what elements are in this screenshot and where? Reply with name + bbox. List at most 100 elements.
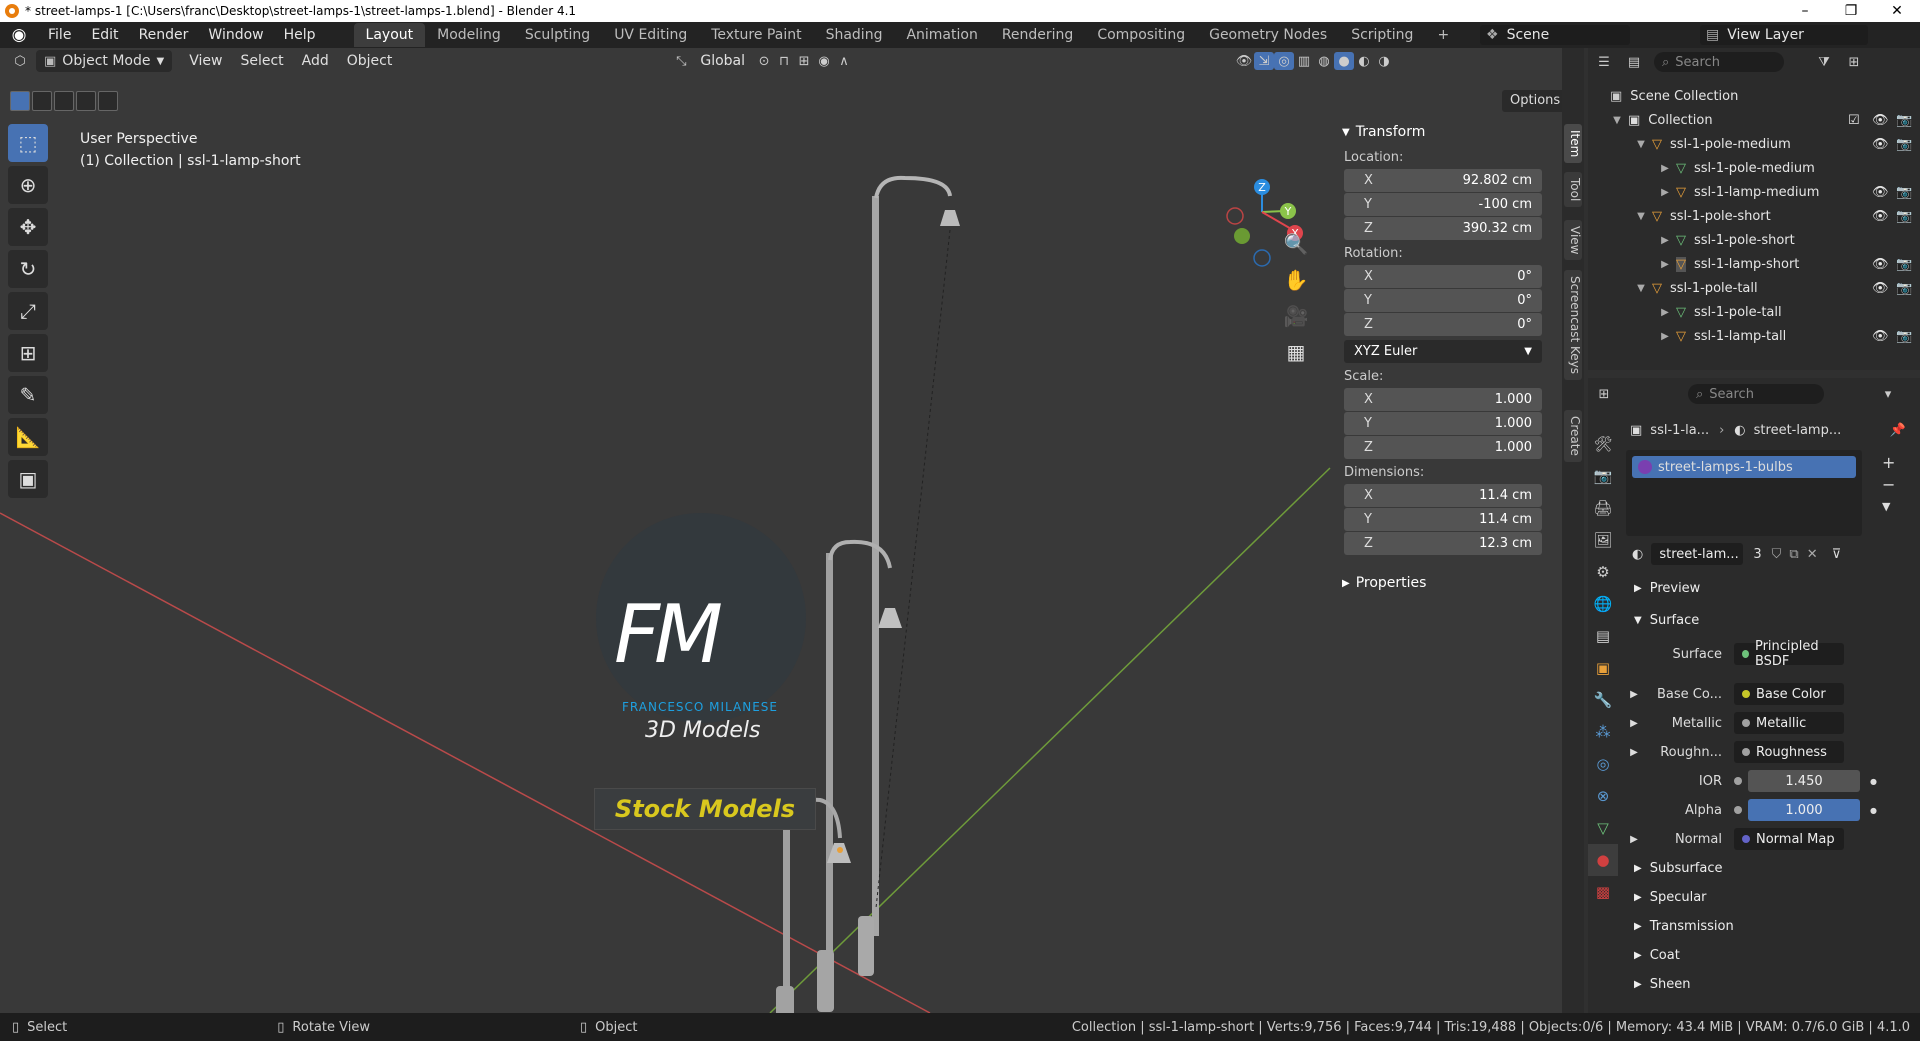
dimension-z-field[interactable]: Z 12.3 cm (1344, 532, 1542, 555)
menu-view[interactable]: View (180, 50, 231, 72)
camera-icon[interactable]: 📷 (1896, 329, 1912, 344)
material-slot-item[interactable]: street-lamps-1-bulbs (1632, 456, 1856, 478)
tab-animation[interactable]: Animation (894, 23, 989, 47)
fake-user-icon[interactable]: ⛉ (1772, 547, 1782, 562)
tab-scripting[interactable]: Scripting (1339, 23, 1425, 47)
render-tab-icon[interactable]: 📷 (1588, 460, 1618, 492)
properties-editor-icon[interactable]: ⊞ (1594, 385, 1614, 403)
display-mode-icon[interactable]: ▤ (1624, 53, 1644, 71)
tab-tool[interactable]: Tool (1564, 172, 1582, 208)
tab-shading[interactable]: Shading (814, 23, 895, 47)
transform-header[interactable]: ▼ Transform (1342, 120, 1550, 144)
chevron-right-icon[interactable]: ▶ (1624, 747, 1644, 758)
material-name-field[interactable]: street-lam... (1651, 543, 1744, 565)
dimension-x-field[interactable]: X 11.4 cm (1344, 484, 1542, 507)
duplicate-icon[interactable]: ⧉ (1789, 547, 1798, 562)
rotate-tool-icon[interactable]: ↻ (8, 250, 48, 288)
tab-compositing[interactable]: Compositing (1085, 23, 1197, 47)
chevron-down-icon[interactable]: ▼ (1634, 211, 1648, 222)
tool-tab-icon[interactable]: 🛠 (1588, 428, 1618, 460)
add-workspace-icon[interactable]: + (1425, 23, 1461, 47)
roughness-field[interactable]: Roughness (1734, 741, 1844, 763)
outliner-row[interactable]: ▶ ▽ ssl-1-lamp-medium 👁 📷 (1588, 180, 1920, 204)
select-subtract-icon[interactable] (54, 91, 74, 111)
collection-tab-icon[interactable]: ▤ (1588, 620, 1618, 652)
subsurface-panel-header[interactable]: ▶ Subsurface (1624, 856, 1914, 880)
user-count[interactable]: 3 (1753, 547, 1761, 562)
3d-viewport[interactable]: Z Y X ⬡ ▣ Object Mode ▼ View Select Add … (0, 48, 1562, 1013)
camera-icon[interactable]: 📷 (1896, 281, 1912, 296)
material-tab-icon[interactable]: ● (1588, 844, 1618, 876)
rotation-y-field[interactable]: Y0°🔓 (1344, 289, 1542, 312)
coat-panel-header[interactable]: ▶ Coat (1624, 943, 1914, 967)
texture-tab-icon[interactable]: ▩ (1588, 876, 1618, 908)
chevron-down-icon[interactable]: ▼ (1610, 115, 1624, 126)
constraints-tab-icon[interactable]: ⊗ (1588, 780, 1618, 812)
scale-tool-icon[interactable]: ⤢ (8, 292, 48, 330)
scale-x-field[interactable]: X1.000🔓 (1344, 388, 1542, 411)
transform-tool-icon[interactable]: ⊞ (8, 334, 48, 372)
chevron-right-icon[interactable]: ▶ (1658, 259, 1672, 270)
material-browse-icon[interactable]: ◐ (1632, 547, 1643, 562)
select-extend-icon[interactable] (32, 91, 52, 111)
filter-icon[interactable]: ⧩ (1814, 53, 1834, 71)
metallic-field[interactable]: Metallic (1734, 712, 1844, 734)
options-button[interactable]: Options (1502, 90, 1562, 112)
keyframe-dot-icon[interactable]: ● (1870, 777, 1877, 786)
editor-type-icon[interactable]: ⬡ (10, 52, 30, 70)
object-mode-dropdown[interactable]: ▣ Object Mode ▼ (36, 50, 173, 72)
menu-edit[interactable]: Edit (81, 22, 128, 48)
outliner-row[interactable]: ▶ ▽ ssl-1-pole-short (1588, 228, 1920, 252)
chevron-right-icon[interactable]: ▶ (1624, 689, 1644, 700)
outliner-row[interactable]: ▶ ▽ ssl-1-pole-medium (1588, 156, 1920, 180)
world-tab-icon[interactable]: 🌐 (1588, 588, 1618, 620)
transmission-panel-header[interactable]: ▶ Transmission (1624, 914, 1914, 938)
chevron-right-icon[interactable]: ▶ (1658, 187, 1672, 198)
menu-window[interactable]: Window (198, 22, 273, 48)
rotation-z-field[interactable]: Z0°🔓 (1344, 313, 1542, 336)
view-layer-tab-icon[interactable]: 🖼 (1588, 524, 1618, 556)
material-shading-icon[interactable]: ◐ (1354, 52, 1374, 70)
tab-geometry-nodes[interactable]: Geometry Nodes (1197, 23, 1339, 47)
modifier-tab-icon[interactable]: 🔧 (1588, 684, 1618, 716)
ior-field[interactable]: 1.450 (1748, 770, 1860, 792)
menu-add[interactable]: Add (293, 50, 338, 72)
eye-icon[interactable]: 👁 (1872, 257, 1889, 272)
menu-select[interactable]: Select (231, 50, 292, 72)
rotation-x-field[interactable]: X0°🔓 (1344, 265, 1542, 288)
zoom-icon[interactable]: 🔍 (1280, 228, 1312, 260)
select-invert-icon[interactable] (76, 91, 96, 111)
data-tab-icon[interactable]: ▽ (1588, 812, 1618, 844)
tab-texture-paint[interactable]: Texture Paint (699, 23, 813, 47)
outliner-row[interactable]: ▶ ▽ ssl-1-lamp-short 👁 📷 (1588, 252, 1920, 276)
keyframe-dot-icon[interactable]: ● (1870, 806, 1877, 815)
unlink-icon[interactable]: ✕ (1807, 547, 1818, 562)
rotation-mode-dropdown[interactable]: XYZ Euler ▼ (1344, 340, 1542, 363)
snap-target-icon[interactable]: ⊞ (794, 52, 814, 70)
tab-screencast-keys[interactable]: Screencast Keys (1564, 270, 1582, 380)
new-collection-icon[interactable]: ⊞ (1844, 53, 1864, 71)
scale-z-field[interactable]: Z1.000🔓 (1344, 436, 1542, 459)
scene-selector[interactable]: ❖ Scene (1480, 25, 1630, 45)
minimize-button[interactable]: – (1782, 3, 1828, 19)
eye-icon[interactable]: 👁 (1872, 281, 1889, 296)
camera-view-icon[interactable]: 🎥 (1280, 300, 1312, 332)
tab-uv-editing[interactable]: UV Editing (602, 23, 699, 47)
chevron-right-icon[interactable]: ▶ (1624, 718, 1644, 729)
slot-specials-icon[interactable]: ▼ (1882, 496, 1895, 518)
tab-create[interactable]: Create (1564, 410, 1582, 462)
preview-panel-header[interactable]: ▶ Preview (1624, 576, 1914, 600)
tab-rendering[interactable]: Rendering (990, 23, 1086, 47)
maximize-button[interactable]: ❐ (1828, 3, 1874, 19)
chevron-right-icon[interactable]: ▶ (1658, 307, 1672, 318)
camera-icon[interactable]: 📷 (1896, 257, 1912, 272)
gizmo-toggle-icon[interactable]: ⇲ (1254, 52, 1275, 70)
chevron-down-icon[interactable]: ▼ (1634, 139, 1648, 150)
tab-sculpting[interactable]: Sculpting (513, 23, 602, 47)
normal-field[interactable]: Normal Map (1734, 828, 1844, 850)
outliner-row[interactable]: ▶ ▽ ssl-1-pole-tall (1588, 300, 1920, 324)
object-tab-icon[interactable]: ▣ (1588, 652, 1618, 684)
tab-layout[interactable]: Layout (353, 23, 426, 47)
add-cube-tool-icon[interactable]: ▣ (8, 460, 48, 498)
outliner-editor-icon[interactable]: ☰ (1594, 53, 1614, 71)
